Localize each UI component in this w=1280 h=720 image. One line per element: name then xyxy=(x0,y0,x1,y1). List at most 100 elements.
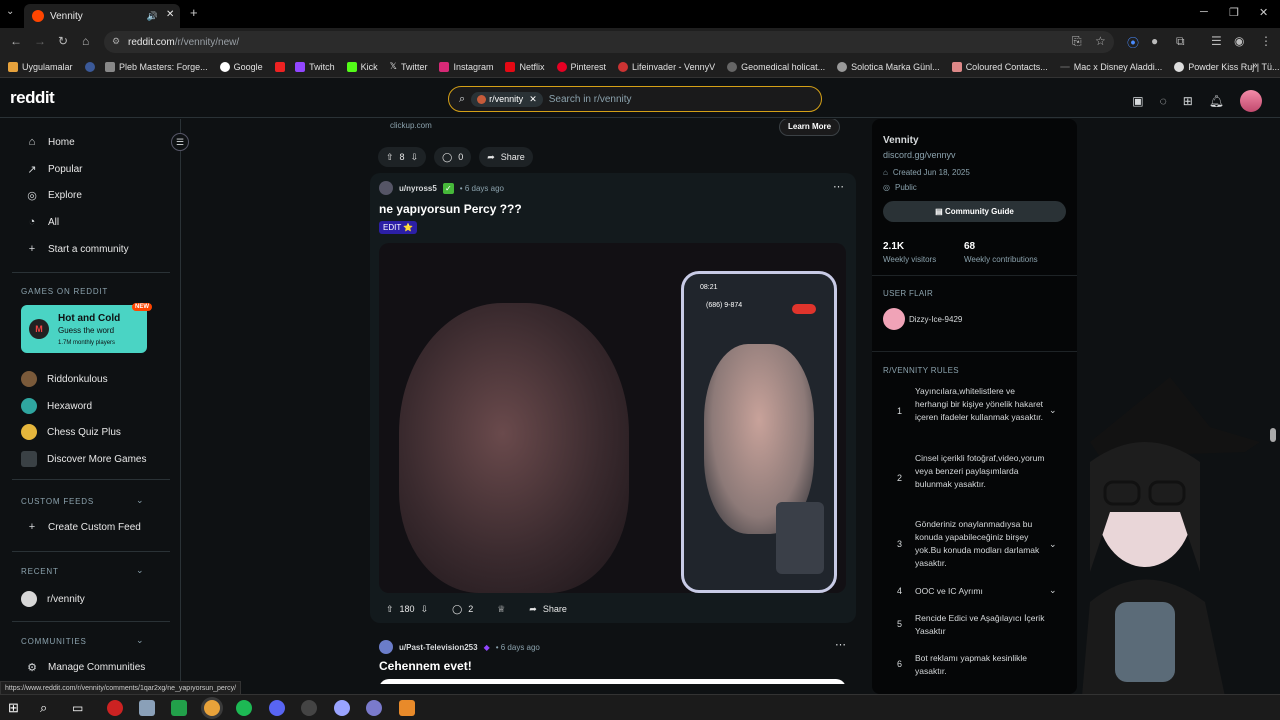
bookmark-9[interactable]: Lifeinvader - VennyV xyxy=(618,61,715,72)
share-button[interactable]: ➦ Share xyxy=(521,599,575,619)
forward-icon[interactable]: → xyxy=(34,34,46,48)
obs-icon[interactable] xyxy=(301,700,317,716)
upvote-icon[interactable]: ⇧ xyxy=(386,604,394,615)
comments-button[interactable]: ◯ 0 xyxy=(434,147,472,167)
nav-start-community[interactable]: + Start a community xyxy=(26,243,129,255)
back-icon[interactable]: ← xyxy=(10,34,22,48)
create-custom-feed[interactable]: + Create Custom Feed xyxy=(26,521,141,533)
create-post-icon[interactable]: ⊞ xyxy=(1183,94,1193,108)
post-image[interactable]: 08:21 (686) 9-874 xyxy=(379,243,846,593)
bookmark-6[interactable]: Instagram xyxy=(439,61,493,72)
restore-icon[interactable]: ❐ xyxy=(1229,6,1239,19)
chevron-down-icon[interactable]: ⌄ xyxy=(136,495,144,506)
nav-home[interactable]: ⌂ Home xyxy=(26,136,75,148)
tab-close-icon[interactable]: ✕ xyxy=(166,9,174,20)
calculator-icon[interactable] xyxy=(139,700,155,716)
notifications-icon[interactable]: 🔔︎ xyxy=(1209,94,1224,108)
reload-icon[interactable]: ↻ xyxy=(58,34,68,48)
task-view-icon[interactable]: ▭ xyxy=(72,700,88,716)
home-icon[interactable]: ⌂ xyxy=(82,34,89,48)
site-info-icon[interactable]: ⚙ xyxy=(112,36,120,47)
install-icon[interactable]: ⎘ xyxy=(1072,34,1082,49)
reddit-logo[interactable]: reddit xyxy=(10,88,55,108)
opera-icon[interactable] xyxy=(107,700,123,716)
bookmark-12[interactable]: Coloured Contacts... xyxy=(951,61,1048,72)
windows-start-icon[interactable]: ⊞ xyxy=(8,700,24,716)
ad-domain[interactable]: clickup.com xyxy=(390,121,432,130)
extensions-icon[interactable]: ⧉ xyxy=(1176,34,1185,49)
downvote-icon[interactable]: ⇩ xyxy=(411,152,419,163)
spotify-icon[interactable] xyxy=(236,700,252,716)
comments-button[interactable]: ◯ 2 xyxy=(444,599,481,619)
bookmark-4[interactable]: Kick xyxy=(346,61,378,72)
upvote-icon[interactable]: ⇧ xyxy=(386,152,394,163)
learn-more-button[interactable]: Learn More xyxy=(779,119,841,136)
chevron-down-icon[interactable]: ⌄ xyxy=(1049,585,1057,596)
chevron-down-icon[interactable]: ⌄ xyxy=(1049,405,1057,416)
post-title[interactable]: ne yapıyorsun Percy ??? xyxy=(379,202,522,216)
bookmark-5[interactable]: 𝕏 Twitter xyxy=(390,61,428,72)
bookmark-apps[interactable]: Uygulamalar xyxy=(8,61,73,72)
chevron-down-icon[interactable]: ⌄ xyxy=(136,565,144,576)
app-icon[interactable] xyxy=(366,700,382,716)
bookmark-11[interactable]: Solotica Marka Günl... xyxy=(837,61,940,72)
minimize-icon[interactable]: ─ xyxy=(1200,6,1208,18)
author-avatar[interactable] xyxy=(379,640,393,654)
bookmark-14[interactable]: Powder Kiss Ruj | Tü... xyxy=(1174,61,1280,72)
account-icon[interactable]: ◉ xyxy=(1234,34,1244,48)
post-flair[interactable]: EDIT ⭐ xyxy=(379,221,418,234)
post-options-icon[interactable]: ⋯ xyxy=(833,180,844,193)
post-options-icon[interactable]: ⋯ xyxy=(835,638,846,651)
tab-list-icon[interactable]: ⌄ xyxy=(6,6,14,17)
bookmark-8[interactable]: Pinterest xyxy=(556,61,606,72)
game-chess-quiz[interactable]: Chess Quiz Plus xyxy=(21,424,121,440)
community-guide-button[interactable]: ▤ Community Guide xyxy=(883,201,1066,222)
chevron-down-icon[interactable]: ⌄ xyxy=(1049,539,1057,550)
game-hexaword[interactable]: Hexaword xyxy=(21,398,92,414)
menu-icon[interactable]: ⋮ xyxy=(1260,34,1272,48)
search-input[interactable]: Search in r/vennity xyxy=(549,94,632,105)
chrome-icon[interactable] xyxy=(204,700,220,716)
bookmark-10[interactable]: Geomedical holicat... xyxy=(727,61,825,72)
manage-communities[interactable]: ⚙ Manage Communities xyxy=(26,661,145,674)
flair-username[interactable]: Dizzy-Ice-9429 xyxy=(909,315,962,324)
bookmark-2[interactable]: Google xyxy=(219,61,263,72)
search-bar[interactable]: ⌕ r/vennity ✕ Search in r/vennity xyxy=(448,86,822,112)
bookmark-7[interactable]: Netflix xyxy=(505,61,545,72)
discover-games[interactable]: Discover More Games xyxy=(21,451,146,467)
bookmark-1[interactable]: Pleb Masters: Forge... xyxy=(84,61,208,72)
app-icon[interactable] xyxy=(334,700,350,716)
app-icon[interactable] xyxy=(399,700,415,716)
chip-close-icon[interactable]: ✕ xyxy=(529,94,537,105)
reading-list-icon[interactable]: ☰ xyxy=(1211,34,1222,48)
new-tab-icon[interactable]: + xyxy=(190,5,198,20)
window-close-icon[interactable]: ✕ xyxy=(1259,6,1268,19)
audio-icon[interactable]: 🔊 xyxy=(147,11,158,22)
page-scrollbar[interactable] xyxy=(1270,428,1276,442)
extension-icon[interactable]: ⦿ xyxy=(1127,34,1139,51)
share-button[interactable]: ➦ Share xyxy=(479,147,533,167)
award-button[interactable]: ♕ xyxy=(489,599,513,619)
user-avatar[interactable] xyxy=(1240,90,1262,112)
browser-tab[interactable]: Vennity 🔊 ✕ xyxy=(24,4,180,28)
next-post-title[interactable]: Cehennem evet! xyxy=(379,659,472,673)
downvote-icon[interactable]: ⇩ xyxy=(421,604,429,615)
xbox-icon[interactable] xyxy=(171,700,187,716)
post-card[interactable]: u/nyross5 ✓ • 6 days ago ⋯ ne yapıyorsun… xyxy=(370,173,856,623)
community-link[interactable]: discord.gg/vennyv xyxy=(883,150,956,160)
nav-popular[interactable]: ↗ Popular xyxy=(26,163,82,176)
advertise-icon[interactable]: ▣ xyxy=(1132,94,1143,108)
featured-game-card[interactable]: M Hot and Cold Guess the word 1.7M month… xyxy=(21,305,147,353)
next-post-image[interactable] xyxy=(379,679,846,684)
recent-vennity[interactable]: r/vennity xyxy=(21,591,85,607)
next-post-author[interactable]: u/Past-Television253 xyxy=(399,643,478,652)
url-field[interactable]: ⚙ reddit.com/r/vennity/new/ xyxy=(104,31,1114,53)
nav-all[interactable]: ◔ All xyxy=(26,216,59,228)
bookmark-3[interactable]: Twitch xyxy=(274,61,335,72)
taskbar-search-icon[interactable]: ⌕ xyxy=(40,700,56,716)
chat-icon[interactable]: ◌ xyxy=(1160,94,1167,108)
post-author[interactable]: u/nyross5 xyxy=(399,184,437,193)
bookmark-star-icon[interactable]: ☆ xyxy=(1095,34,1106,48)
bookmark-13[interactable]: Mac x Disney Aladdi... xyxy=(1059,62,1162,72)
collapse-sidebar-icon[interactable]: ☰ xyxy=(171,133,189,151)
